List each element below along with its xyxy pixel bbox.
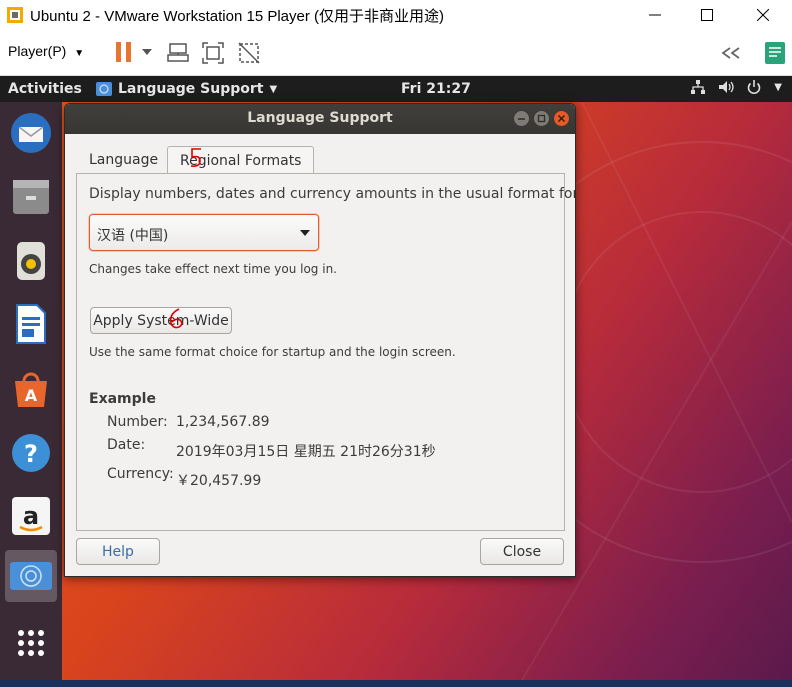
tab-language[interactable]: Language <box>77 146 170 174</box>
chevron-down-icon: ▼ <box>774 81 782 93</box>
fullscreen-icon[interactable] <box>201 41 225 65</box>
language-support-dialog: Language Support Language Regional Forma… <box>64 103 576 577</box>
window-title: Ubuntu 2 - VMware Workstation 15 Player … <box>30 8 445 25</box>
format-prompt: Display numbers, dates and currency amou… <box>89 186 576 202</box>
number-label: Number: <box>107 414 168 430</box>
notes-icon[interactable] <box>764 41 786 65</box>
files-icon[interactable] <box>5 170 57 222</box>
close-button[interactable]: Close <box>480 538 564 565</box>
close-icon[interactable] <box>553 110 570 127</box>
maximize-icon[interactable] <box>684 0 730 30</box>
apply-system-wide-button[interactable]: Apply System-Wide <box>90 307 232 334</box>
language-support-icon[interactable] <box>5 550 57 602</box>
unity-icon[interactable] <box>237 41 261 65</box>
chevron-down-icon <box>300 230 310 236</box>
example-heading: Example <box>89 391 156 407</box>
vmware-toolbar: Player(P) ▼ <box>0 30 792 76</box>
chevron-down-icon[interactable] <box>141 48 153 56</box>
annotation-5 <box>190 148 201 167</box>
host-taskbar-strip <box>0 680 792 687</box>
currency-label: Currency: <box>107 466 174 482</box>
date-value: 2019年03月15日 星期五 21时26分31秒 <box>176 444 436 460</box>
thunderbird-icon[interactable] <box>5 107 57 159</box>
ubuntu-top-panel: Activities Language Support ▼ Fri 21:27 … <box>0 76 792 102</box>
system-tray[interactable]: ▼ <box>690 79 782 95</box>
pause-icon[interactable] <box>114 41 134 63</box>
apply-note: Use the same format choice for startup a… <box>89 345 456 359</box>
player-menu-label: Player(P) <box>8 43 67 59</box>
ubuntu-dock: A ? a <box>0 102 62 680</box>
libreoffice-writer-icon[interactable] <box>5 298 57 350</box>
language-support-icon <box>96 82 112 96</box>
back-icon[interactable] <box>720 46 742 60</box>
dialog-title: Language Support <box>247 110 393 126</box>
volume-icon <box>719 81 734 93</box>
dialog-titlebar[interactable]: Language Support <box>65 104 575 134</box>
power-icon <box>748 80 761 95</box>
show-apps-icon[interactable] <box>5 617 57 669</box>
currency-value: ￥20,457.99 <box>176 473 262 489</box>
chevron-down-icon: ▼ <box>269 83 278 95</box>
annotation-6 <box>169 308 183 329</box>
svg-text:a: a <box>23 502 39 530</box>
help-icon[interactable]: ? <box>5 427 57 479</box>
vmware-logo-icon <box>7 7 23 23</box>
rhythmbox-icon[interactable] <box>5 235 57 287</box>
activities-button[interactable]: Activities <box>8 81 82 97</box>
software-center-icon[interactable]: A <box>5 363 57 415</box>
player-menu[interactable]: Player(P) ▼ <box>8 43 84 59</box>
amazon-icon[interactable]: a <box>5 490 57 542</box>
format-select-value: 汉语 (中国) <box>97 228 169 244</box>
chevron-down-icon: ▼ <box>74 48 85 59</box>
maximize-icon[interactable] <box>533 110 550 127</box>
minimize-icon[interactable] <box>513 110 530 127</box>
app-menu-label: Language Support <box>118 81 264 97</box>
app-menu[interactable]: Language Support ▼ <box>96 81 277 97</box>
number-value: 1,234,567.89 <box>176 414 270 430</box>
help-button[interactable]: Help <box>76 538 160 565</box>
format-select[interactable]: 汉语 (中国) <box>89 214 319 251</box>
changes-note: Changes take effect next time you log in… <box>89 262 337 276</box>
clock[interactable]: Fri 21:27 <box>401 81 471 97</box>
close-icon[interactable] <box>740 0 786 30</box>
date-label: Date: <box>107 437 146 453</box>
minimize-icon[interactable] <box>632 0 678 30</box>
window-titlebar: Ubuntu 2 - VMware Workstation 15 Player … <box>0 0 792 30</box>
svg-text:?: ? <box>24 440 38 468</box>
send-ctrl-alt-del-icon[interactable] <box>166 41 190 65</box>
svg-text:A: A <box>25 386 38 405</box>
network-icon <box>691 80 706 94</box>
